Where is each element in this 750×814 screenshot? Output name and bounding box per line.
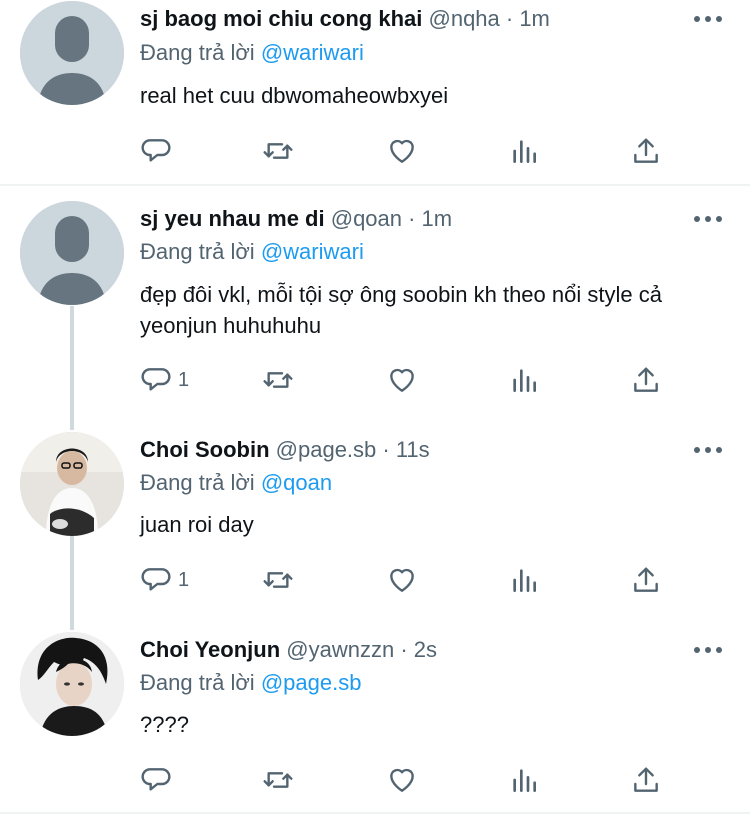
tweet-text: real het cuu dbwomaheowbxyei [140,83,449,108]
like-button[interactable] [386,362,418,398]
retweet-icon [263,372,293,388]
tweet[interactable]: Choi Soobin @page.sb · 11s Đang trả lời … [0,426,750,626]
handle-time[interactable]: @nqha · 1m [429,6,550,31]
views-button[interactable] [508,133,540,169]
avatar[interactable] [20,632,124,736]
views-icon [513,569,536,592]
like-icon [390,368,414,392]
display-name[interactable]: Choi Yeonjun [140,637,280,662]
share-button[interactable] [630,562,662,598]
replying-to: Đang trả lời @wariwari [140,236,364,268]
action-bar [140,133,680,169]
avatar[interactable] [20,1,124,105]
action-bar: 1 [140,562,680,598]
reply-button[interactable]: 1 [140,562,189,598]
handle-time[interactable]: @page.sb · 11s [276,437,430,462]
tweet-text: juan roi day [140,512,254,537]
retweet-icon [263,143,293,159]
retweet-icon [263,572,293,588]
retweet-button[interactable] [262,133,294,169]
more-icon[interactable] [692,440,724,460]
tweet-text: ???? [140,712,189,737]
replying-to-label: Đang trả lời [140,239,255,264]
like-icon [390,139,414,163]
more-icon[interactable] [692,640,724,660]
views-button[interactable] [508,362,540,398]
like-button[interactable] [386,762,418,798]
replying-to-label: Đang trả lời [140,670,255,695]
mention-link[interactable]: @wariwari [261,239,364,264]
display-name[interactable]: sj yeu nhau me di [140,206,325,231]
retweet-button[interactable] [262,562,294,598]
more-icon[interactable] [692,209,724,229]
reply-icon [141,139,171,162]
share-icon [634,367,658,392]
tweet[interactable]: sj baog moi chiu cong khai @nqha · 1m Đa… [0,0,750,184]
retweet-button[interactable] [262,362,294,398]
like-button[interactable] [386,562,418,598]
views-button[interactable] [508,762,540,798]
reply-icon [141,768,171,791]
like-icon [390,568,414,592]
reply-icon [141,368,171,391]
mention-link[interactable]: @qoan [261,470,332,495]
views-icon [513,369,536,392]
handle-time[interactable]: @qoan · 1m [331,206,452,231]
views-icon [513,140,536,163]
share-icon [634,567,658,592]
replying-to: Đang trả lời @wariwari [140,37,364,69]
reply-count: 1 [178,568,190,591]
replying-to: Đang trả lời @page.sb [140,667,361,699]
retweet-icon [263,772,293,788]
reply-count: 1 [178,368,190,391]
reply-button[interactable]: 1 [140,362,189,398]
mention-link[interactable]: @wariwari [261,40,364,65]
display-name[interactable]: sj baog moi chiu cong khai [140,6,422,31]
replying-to: Đang trả lời @qoan [140,467,332,499]
share-icon [634,767,658,792]
replying-to-label: Đang trả lời [140,470,255,495]
like-icon [390,768,414,792]
action-bar [140,762,680,798]
share-button[interactable] [630,762,662,798]
more-icon[interactable] [692,9,724,29]
reply-button[interactable] [140,762,178,798]
retweet-button[interactable] [262,762,294,798]
tweet[interactable]: Choi Yeonjun @yawnzzn · 2s Đang trả lời … [0,626,750,812]
avatar[interactable] [20,201,124,305]
tweet[interactable]: sj yeu nhau me di @qoan · 1m Đang trả lờ… [0,186,750,426]
reply-button[interactable] [140,133,178,169]
share-icon [634,138,658,163]
avatar[interactable] [20,432,124,536]
reply-icon [141,568,171,591]
display-name[interactable]: Choi Soobin [140,437,270,462]
tweet-text: đẹp đôi vkl, mỗi tội sợ ông soobin kh th… [140,282,662,338]
like-button[interactable] [386,133,418,169]
mention-link[interactable]: @page.sb [261,670,362,695]
handle-time[interactable]: @yawnzzn · 2s [286,637,437,662]
replying-to-label: Đang trả lời [140,40,255,65]
share-button[interactable] [630,133,662,169]
share-button[interactable] [630,362,662,398]
views-icon [513,769,536,792]
views-button[interactable] [508,562,540,598]
action-bar: 1 [140,362,680,398]
